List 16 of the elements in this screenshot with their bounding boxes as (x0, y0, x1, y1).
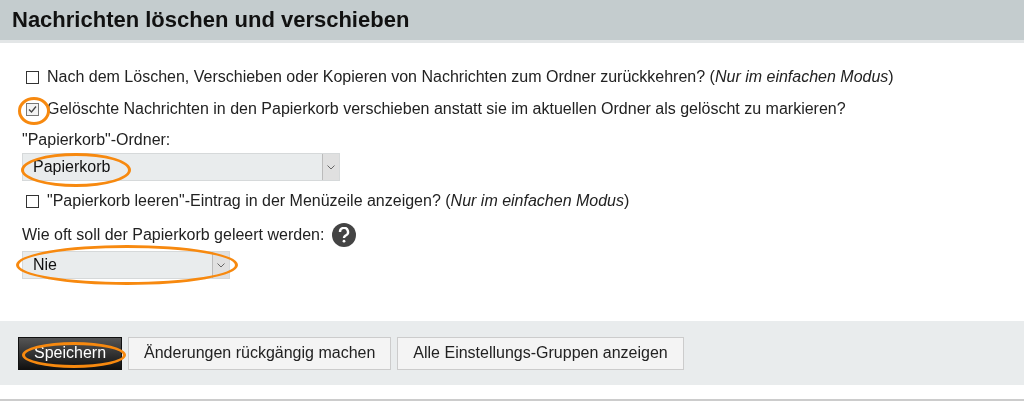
checkbox[interactable] (26, 70, 39, 84)
action-button[interactable]: Änderungen rückgängig machen (128, 336, 392, 370)
field-label: Wie oft soll der Papierkorb geleert werden: (22, 226, 325, 244)
dropdown[interactable]: Papierkorb (22, 153, 340, 181)
save-button[interactable]: Speichern (18, 336, 123, 370)
dropdown[interactable]: Nie (22, 251, 230, 279)
checkbox[interactable] (26, 194, 39, 208)
checkbox-label: Nach dem Löschen, Verschieben oder Kopieren von Nachrichten zum Ordner zurückkehren? (Nur im einfachen Modus) (47, 68, 894, 86)
help-icon[interactable] (332, 223, 357, 247)
caret-icon (217, 262, 225, 268)
section-title: Nachrichten löschen und verschieben (12, 7, 410, 33)
checkbox[interactable] (26, 102, 39, 116)
action-button[interactable]: Alle Einstellungs-Gruppen anzeigen (397, 336, 684, 370)
field-label: "Papierkorb"-Ordner: (22, 131, 171, 149)
checkbox-label: "Papierkorb leeren"-Eintrag in der Menüzeile anzeigen? (Nur im einfachen Modus) (47, 192, 630, 210)
caret-icon (327, 164, 335, 170)
